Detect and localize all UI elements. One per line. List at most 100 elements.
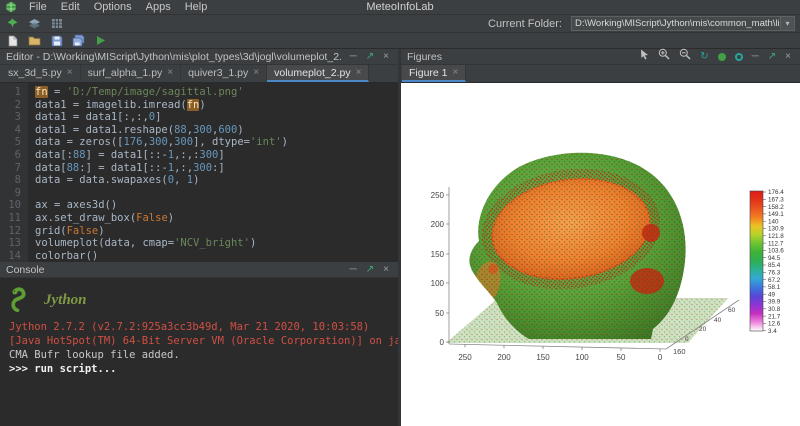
svg-text:30.8: 30.8 bbox=[768, 306, 781, 313]
editor-tab-volumeplot_2.py[interactable]: volumeplot_2.py × bbox=[267, 65, 369, 82]
svg-text:0: 0 bbox=[440, 338, 445, 347]
figures-float-icon[interactable]: ↗ bbox=[765, 50, 779, 64]
svg-text:150: 150 bbox=[536, 353, 550, 362]
figure-tab[interactable]: Figure 1 × bbox=[402, 65, 466, 82]
console-close-icon[interactable]: × bbox=[380, 263, 392, 277]
svg-text:200: 200 bbox=[431, 220, 445, 229]
identify-icon[interactable] bbox=[735, 53, 743, 61]
menu-apps[interactable]: Apps bbox=[139, 0, 178, 14]
svg-text:50: 50 bbox=[435, 309, 444, 318]
save-all-icon[interactable] bbox=[71, 34, 86, 48]
menu-edit[interactable]: Edit bbox=[54, 0, 87, 14]
svg-text:21.7: 21.7 bbox=[768, 313, 781, 320]
svg-text:140: 140 bbox=[768, 218, 779, 225]
svg-text:0: 0 bbox=[658, 353, 663, 362]
svg-text:167.3: 167.3 bbox=[768, 197, 784, 204]
tab-close-icon[interactable]: × bbox=[67, 67, 73, 78]
figures-title: Figures bbox=[407, 51, 442, 63]
console-lines: Jython 2.7.2 (v2.7.2:925a3cc3b49d, Mar 2… bbox=[9, 320, 389, 376]
main-toolbar: Current Folder: D:\Working\MIScript\Jyth… bbox=[0, 15, 800, 33]
editor-tab-sx_3d_5.py[interactable]: sx_3d_5.py × bbox=[1, 65, 81, 82]
svg-text:149.1: 149.1 bbox=[768, 211, 784, 218]
open-file-icon[interactable] bbox=[27, 34, 42, 48]
code-line: 6data[:88] = data1[::-1,:,:300] bbox=[0, 149, 398, 162]
svg-text:39.9: 39.9 bbox=[768, 299, 781, 306]
figures-tabbar: Figure 1 × bbox=[401, 65, 800, 83]
code-editor[interactable]: 1fn = 'D:/Temp/image/sagittal.png'2data1… bbox=[0, 83, 398, 262]
code-line: 2data1 = imagelib.imread(fn) bbox=[0, 99, 398, 112]
editor-minimize-icon[interactable]: ─ bbox=[347, 50, 360, 64]
current-folder-label: Current Folder: bbox=[488, 18, 562, 30]
table-icon[interactable] bbox=[49, 17, 64, 31]
svg-text:121.8: 121.8 bbox=[768, 233, 784, 240]
svg-text:49: 49 bbox=[768, 291, 776, 298]
tab-label: sx_3d_5.py bbox=[8, 67, 62, 79]
console-line: CMA Bufr lookup file added. bbox=[9, 348, 389, 362]
jython-logo-text: Jython bbox=[44, 293, 87, 307]
editor-tab-surf_alpha_1.py[interactable]: surf_alpha_1.py× bbox=[81, 65, 182, 82]
editor-title: Editor - D:\Working\MIScript\Jython\mis\… bbox=[6, 51, 341, 63]
save-icon[interactable] bbox=[49, 34, 64, 48]
new-script-icon[interactable] bbox=[5, 34, 20, 48]
tab-label: quiver3_1.py bbox=[188, 67, 248, 79]
app-logo-icon bbox=[4, 1, 18, 14]
svg-text:158.2: 158.2 bbox=[768, 204, 784, 211]
console-line: Jython 2.7.2 (v2.7.2:925a3cc3b49d, Mar 2… bbox=[9, 320, 389, 334]
code-line: 5data = zeros([176,300,300], dtype='int'… bbox=[0, 136, 398, 149]
tab-close-icon[interactable]: × bbox=[167, 67, 173, 78]
editor-tab-quiver3_1.py[interactable]: quiver3_1.py × bbox=[181, 65, 267, 82]
run-script-icon[interactable] bbox=[93, 34, 108, 48]
code-line: 9 bbox=[0, 187, 398, 200]
map-layers-icon[interactable] bbox=[27, 17, 42, 31]
editor-close-icon[interactable]: × bbox=[380, 50, 392, 64]
svg-text:112.7: 112.7 bbox=[768, 240, 784, 247]
console-line: >>> run script... bbox=[9, 362, 389, 376]
console-output[interactable]: Jython Jython 2.7.2 (v2.7.2:925a3cc3b49d… bbox=[0, 278, 398, 426]
code-line: 11ax.set_draw_box(False) bbox=[0, 212, 398, 225]
svg-text:20: 20 bbox=[699, 326, 707, 333]
svg-text:130.9: 130.9 bbox=[768, 226, 784, 233]
svg-text:50: 50 bbox=[617, 353, 626, 362]
console-minimize-icon[interactable]: ─ bbox=[347, 263, 360, 277]
pointer-tool-icon[interactable] bbox=[637, 49, 652, 65]
tab-label: volumeplot_2.py bbox=[274, 67, 350, 79]
svg-text:176.4: 176.4 bbox=[768, 189, 784, 196]
svg-text:3.4: 3.4 bbox=[768, 328, 777, 335]
svg-text:100: 100 bbox=[431, 279, 445, 288]
figure-tab-close-icon[interactable]: × bbox=[453, 67, 459, 78]
code-line: 1fn = 'D:/Temp/image/sagittal.png' bbox=[0, 86, 398, 99]
current-folder-combobox[interactable]: D:\Working\MIScript\Jython\mis\common_ma… bbox=[571, 16, 795, 31]
svg-text:67.2: 67.2 bbox=[768, 277, 781, 284]
code-line: 3data1 = data1[:,:,0] bbox=[0, 111, 398, 124]
editor-float-icon[interactable]: ↗ bbox=[363, 50, 377, 64]
zoom-out-icon[interactable] bbox=[676, 48, 694, 65]
zoom-in-icon[interactable] bbox=[655, 48, 673, 65]
svg-text:60: 60 bbox=[728, 307, 736, 314]
figures-minimize-icon[interactable]: ─ bbox=[749, 50, 762, 64]
svg-text:58.1: 58.1 bbox=[768, 284, 781, 291]
svg-text:76.3: 76.3 bbox=[768, 270, 781, 277]
rotate-icon[interactable]: ↻ bbox=[697, 50, 711, 64]
svg-text:40: 40 bbox=[714, 317, 722, 324]
svg-text:250: 250 bbox=[458, 353, 472, 362]
tab-close-icon[interactable]: × bbox=[356, 67, 362, 78]
menu-options[interactable]: Options bbox=[87, 0, 139, 14]
svg-text:103.6: 103.6 bbox=[768, 248, 784, 255]
colorbar-labels: 176.4167.3158.2149.1140130.9121.8112.710… bbox=[763, 189, 784, 335]
menu-bar: File Edit Options Apps Help MeteoInfoLab bbox=[0, 0, 800, 15]
code-line: 13volumeplot(data, cmap='NCV_bright') bbox=[0, 237, 398, 250]
app-leaf-icon[interactable] bbox=[5, 17, 20, 31]
full-extent-icon[interactable] bbox=[718, 53, 726, 61]
console-title: Console bbox=[6, 264, 45, 276]
figures-close-icon[interactable]: × bbox=[782, 50, 794, 64]
tab-close-icon[interactable]: × bbox=[253, 67, 259, 78]
svg-text:100: 100 bbox=[575, 353, 589, 362]
menu-help[interactable]: Help bbox=[178, 0, 215, 14]
menu-file[interactable]: File bbox=[22, 0, 54, 14]
svg-text:200: 200 bbox=[497, 353, 511, 362]
console-float-icon[interactable]: ↗ bbox=[363, 263, 377, 277]
dropdown-arrow-icon[interactable]: ▾ bbox=[780, 17, 794, 30]
figure-plot: 2502001501005002502001501005000204060160… bbox=[401, 83, 800, 426]
figure-canvas[interactable]: 2502001501005002502001501005000204060160… bbox=[401, 83, 800, 426]
jython-logo: Jython bbox=[9, 283, 389, 317]
